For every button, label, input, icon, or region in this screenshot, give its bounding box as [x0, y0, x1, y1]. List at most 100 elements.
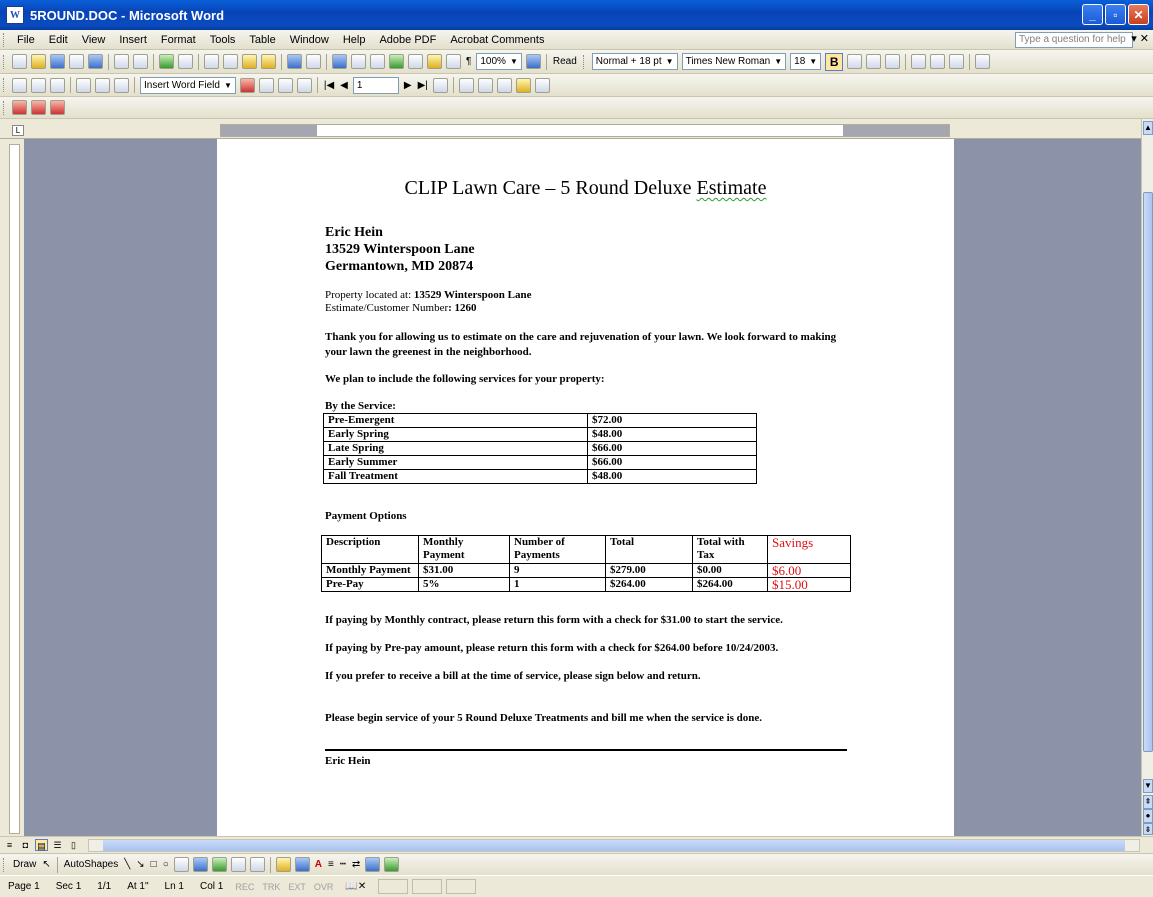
close-button[interactable]: ✕ [1128, 4, 1149, 25]
first-record-icon[interactable]: |◀ [324, 80, 334, 91]
view-merged-data-icon[interactable] [239, 77, 255, 93]
show-hide-icon[interactable]: ¶ [466, 56, 471, 67]
insert-address-block-icon[interactable] [76, 77, 91, 93]
convert-and-email-icon[interactable] [31, 100, 46, 115]
save-icon[interactable] [50, 54, 65, 69]
find-entry-icon[interactable] [432, 77, 448, 93]
insert-greeting-icon[interactable] [95, 77, 110, 93]
insert-excel-icon[interactable] [389, 54, 404, 69]
format-painter-icon[interactable] [261, 54, 276, 69]
menu-adobe-pdf[interactable]: Adobe PDF [372, 34, 443, 46]
research-icon[interactable] [178, 54, 193, 69]
copy-icon[interactable] [223, 54, 238, 69]
undo-icon[interactable] [287, 54, 302, 69]
open-data-source-icon[interactable] [31, 77, 46, 93]
menu-tools[interactable]: Tools [203, 34, 243, 46]
align-right-icon[interactable] [885, 54, 901, 69]
menu-view[interactable]: View [75, 34, 113, 46]
decrease-indent-icon[interactable] [930, 54, 946, 69]
next-page-icon[interactable]: ⇟ [1143, 823, 1153, 835]
record-number-input[interactable]: 1 [352, 76, 399, 94]
menu-acrobat-comments[interactable]: Acrobat Comments [443, 34, 551, 46]
horizontal-scrollbar[interactable] [88, 839, 1140, 852]
help-icon[interactable] [525, 54, 541, 69]
spelling-icon[interactable] [159, 54, 174, 69]
merge-printer-icon[interactable] [496, 77, 512, 93]
last-record-icon[interactable]: ▶| [418, 80, 428, 91]
menu-insert[interactable]: Insert [112, 34, 154, 46]
toolbar-grip[interactable] [3, 54, 6, 69]
merge-fax-icon[interactable] [534, 77, 550, 93]
highlight-fields-icon[interactable] [258, 77, 274, 93]
picture-icon[interactable] [249, 857, 265, 872]
main-document-setup-icon[interactable] [12, 77, 27, 93]
print-layout-view-icon[interactable]: ▤ [35, 839, 48, 851]
document-map-icon[interactable] [446, 54, 461, 69]
bold-button[interactable]: B [825, 52, 844, 71]
arrow-icon[interactable]: ↘ [136, 859, 144, 870]
menu-file[interactable]: File [10, 34, 42, 46]
toolbar-grip[interactable] [582, 54, 586, 69]
shadow-style-icon[interactable] [365, 857, 381, 872]
horizontal-scroll-thumb[interactable] [103, 840, 1125, 851]
columns-icon[interactable] [408, 54, 423, 69]
print-preview-icon[interactable] [133, 54, 148, 69]
cut-icon[interactable] [204, 54, 219, 69]
vertical-ruler[interactable] [6, 139, 24, 836]
select-objects-icon[interactable]: ↖ [42, 859, 50, 870]
line-color-icon[interactable] [294, 857, 310, 872]
maximize-button[interactable]: ▫ [1105, 4, 1126, 25]
vertical-scrollbar[interactable]: ▲ ▼ ⇞ ● ⇟ [1141, 119, 1153, 836]
style-select[interactable]: Normal + 18 pt ▼ [591, 53, 678, 70]
menu-format[interactable]: Format [154, 34, 203, 46]
menu-help[interactable]: Help [336, 34, 373, 46]
web-layout-view-icon[interactable]: ◘ [19, 839, 32, 851]
toolbar-grip[interactable] [3, 100, 6, 115]
horizontal-ruler[interactable] [220, 124, 950, 137]
check-errors-icon[interactable] [458, 77, 474, 93]
outline-view-icon[interactable]: ☰ [51, 839, 64, 851]
help-dropdown-icon[interactable]: ▾ ✕ [1131, 32, 1149, 45]
menu-table[interactable]: Table [242, 34, 282, 46]
insert-merge-fields-icon[interactable] [114, 77, 129, 93]
increase-indent-icon[interactable] [949, 54, 965, 69]
convert-to-pdf-icon[interactable] [12, 100, 27, 115]
insert-word-field-select[interactable]: Insert Word Field ▼ [140, 76, 236, 94]
draw-menu-button[interactable]: Draw [13, 859, 36, 870]
menu-window[interactable]: Window [283, 34, 336, 46]
email-icon[interactable] [88, 54, 103, 69]
next-record-icon[interactable]: ▶ [404, 80, 412, 91]
insert-table-icon[interactable] [370, 54, 385, 69]
recipients-icon[interactable] [50, 77, 65, 93]
merge-new-document-icon[interactable] [477, 77, 493, 93]
new-document-icon[interactable] [12, 54, 27, 69]
previous-record-icon[interactable]: ◀ [340, 80, 348, 91]
minimize-button[interactable]: _ [1082, 4, 1103, 25]
scroll-down-icon[interactable]: ▼ [1143, 779, 1153, 793]
font-size-select[interactable]: 18 ▼ [790, 53, 822, 70]
numbering-icon[interactable] [911, 54, 927, 69]
word-app-icon[interactable]: W [6, 6, 24, 24]
font-select[interactable]: Times New Roman ▼ [681, 53, 787, 70]
permission-icon[interactable] [69, 54, 84, 69]
text-box-icon[interactable] [173, 857, 189, 872]
spelling-status-icon[interactable]: 📖✕ [337, 881, 374, 892]
line-style-icon[interactable]: ≡ [328, 859, 334, 870]
status-trk[interactable]: TRK [258, 882, 284, 892]
scroll-up-icon[interactable]: ▲ [1143, 121, 1153, 135]
drawing-icon[interactable] [427, 54, 442, 69]
clip-art-icon[interactable] [230, 857, 246, 872]
normal-view-icon[interactable]: ≡ [3, 839, 16, 851]
border-icon[interactable] [975, 54, 991, 69]
wordart-icon[interactable] [192, 857, 208, 872]
previous-page-icon[interactable]: ⇞ [1143, 795, 1153, 809]
convert-and-review-icon[interactable] [50, 100, 65, 115]
read-button[interactable]: Read [553, 56, 577, 67]
oval-icon[interactable]: ○ [163, 859, 169, 870]
toolbar-grip[interactable] [3, 32, 6, 47]
menu-edit[interactable]: Edit [42, 34, 75, 46]
paste-icon[interactable] [242, 54, 257, 69]
toolbar-grip[interactable] [3, 857, 6, 872]
zoom-select[interactable]: 100% ▼ [476, 53, 522, 70]
open-folder-icon[interactable] [31, 54, 46, 69]
